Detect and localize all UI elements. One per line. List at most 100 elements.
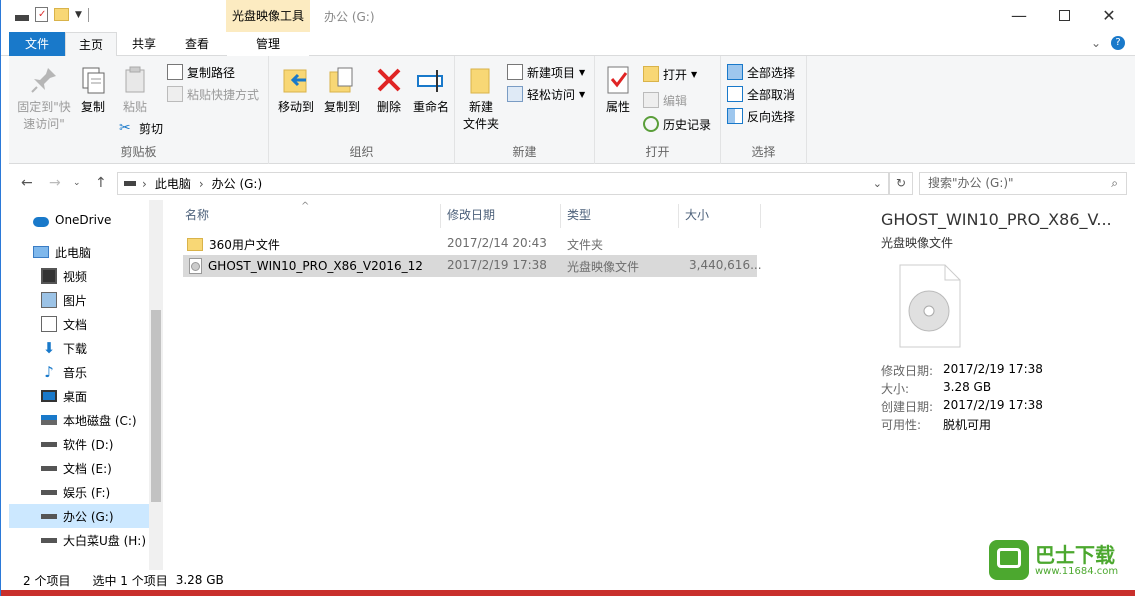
pin-quick-access-button[interactable]: 固定到"快速访问" bbox=[13, 64, 75, 133]
invert-selection-button[interactable]: 反向选择 bbox=[727, 106, 795, 126]
nav-item-drive-e[interactable]: 文档 (E:) bbox=[9, 456, 149, 480]
tab-home[interactable]: 主页 bbox=[65, 32, 117, 57]
easy-access-button[interactable]: 轻松访问 ▼ bbox=[507, 84, 585, 104]
nav-item-downloads[interactable]: ⬇ 下载 bbox=[9, 336, 149, 360]
tab-file[interactable]: 文件 bbox=[9, 32, 65, 56]
select-all-button[interactable]: 全部选择 bbox=[727, 62, 795, 82]
new-item-button[interactable]: 新建项目 ▼ bbox=[507, 62, 585, 82]
history-icon bbox=[643, 116, 659, 132]
tab-view[interactable]: 查看 bbox=[171, 32, 223, 56]
video-icon bbox=[41, 268, 57, 284]
new-folder-button[interactable]: 新建 文件夹 bbox=[461, 64, 501, 133]
nav-item-label: 桌面 bbox=[63, 389, 88, 404]
tab-share[interactable]: 共享 bbox=[119, 32, 169, 56]
edit-label: 编辑 bbox=[663, 93, 688, 108]
copy-to-icon bbox=[326, 64, 358, 96]
column-header-name[interactable]: 名称 ^ bbox=[179, 201, 441, 228]
delete-button[interactable]: 删除 bbox=[373, 64, 405, 116]
organize-group-label: 组织 bbox=[349, 145, 374, 159]
invert-selection-label: 反向选择 bbox=[747, 109, 796, 124]
window-title: 办公 (G:) bbox=[324, 10, 375, 24]
rename-button[interactable]: 重命名 bbox=[411, 64, 451, 116]
preview-title: GHOST_WIN10_PRO_X86_V... bbox=[881, 210, 1112, 229]
history-button[interactable]: 历史记录 bbox=[643, 114, 711, 134]
select-all-icon bbox=[727, 64, 743, 80]
nav-scrollbar-thumb[interactable] bbox=[151, 310, 161, 502]
copy-to-button[interactable]: 复制到 bbox=[321, 64, 363, 116]
minimize-button[interactable]: — bbox=[996, 0, 1042, 30]
select-none-button[interactable]: 全部取消 bbox=[727, 84, 795, 104]
breadcrumb-this-pc[interactable]: 此电脑 bbox=[155, 175, 191, 192]
breadcrumb-drive[interactable]: 办公 (G:) bbox=[212, 175, 263, 192]
select-all-label: 全部选择 bbox=[747, 65, 796, 80]
tab-manage[interactable]: 管理 bbox=[227, 32, 309, 56]
copy-path-label: 复制路径 bbox=[187, 65, 236, 80]
nav-item-label: 文档 (E:) bbox=[63, 461, 112, 476]
nav-item-videos[interactable]: 视频 bbox=[9, 264, 149, 288]
nav-item-drive-f[interactable]: 娱乐 (F:) bbox=[9, 480, 149, 504]
address-bar[interactable]: › 此电脑 › 办公 (G:) ⌄ bbox=[117, 172, 889, 195]
table-row[interactable]: 360用户文件 2017/2/14 20:43 文件夹 bbox=[183, 233, 757, 255]
edit-button[interactable]: 编辑 bbox=[643, 90, 687, 110]
brand-logo-icon bbox=[989, 540, 1029, 580]
delete-label: 删除 bbox=[376, 100, 401, 114]
new-folder-label: 新建 文件夹 bbox=[462, 100, 499, 131]
table-row[interactable]: GHOST_WIN10_PRO_X86_V2016_12 2017/2/19 1… bbox=[183, 255, 762, 277]
drive-icon bbox=[41, 465, 57, 471]
back-icon[interactable]: ← bbox=[21, 175, 33, 191]
drive-icon[interactable] bbox=[15, 14, 29, 21]
refresh-icon: ↻ bbox=[895, 176, 907, 190]
file-size: 3,440,616... bbox=[689, 258, 762, 272]
navigation-pane: OneDrive 此电脑 视频 图片 文档 ⬇ 下载 ♪ 音乐 桌面 本地磁盘 … bbox=[9, 200, 161, 570]
brand-name: 巴士下载 bbox=[1035, 542, 1115, 567]
nav-item-drive-h[interactable]: 大白菜U盘 (H:) bbox=[9, 528, 149, 552]
close-button[interactable]: ✕ bbox=[1086, 0, 1132, 30]
search-input[interactable]: 搜索"办公 (G:)" ⌕ bbox=[919, 172, 1127, 195]
paste-shortcut-button[interactable]: 粘贴快捷方式 bbox=[167, 84, 259, 104]
nav-item-drive-d[interactable]: 软件 (D:) bbox=[9, 432, 149, 456]
nav-item-drive-g[interactable]: 办公 (G:) bbox=[9, 504, 149, 528]
status-selected-size: 3.28 GB bbox=[175, 573, 224, 587]
properties-button[interactable]: 属性 bbox=[601, 64, 635, 116]
move-to-button[interactable]: 移动到 bbox=[275, 64, 317, 116]
breadcrumb-separator: › bbox=[142, 176, 147, 191]
column-header-date[interactable]: 修改日期 bbox=[441, 204, 561, 228]
chevron-down-icon[interactable]: ▼ bbox=[75, 10, 82, 20]
nav-item-documents[interactable]: 文档 bbox=[9, 312, 149, 336]
pin-label: 固定到"快速访问" bbox=[17, 100, 71, 131]
column-header-size[interactable]: 大小 bbox=[679, 204, 761, 228]
prop-key: 修改日期: bbox=[881, 364, 934, 378]
nav-item-label: 音乐 bbox=[63, 365, 88, 380]
collapse-ribbon-icon[interactable]: ⌄ bbox=[1091, 36, 1101, 50]
paste-button[interactable]: 粘贴 bbox=[115, 64, 155, 116]
recent-locations-icon[interactable]: ⌄ bbox=[73, 178, 81, 188]
new-folder-icon[interactable] bbox=[54, 8, 69, 21]
copy-path-button[interactable]: 复制路径 bbox=[167, 62, 235, 82]
open-button[interactable]: 打开 ▼ bbox=[643, 64, 697, 84]
site-watermark: 巴士下载 www.11684.com bbox=[989, 540, 1118, 580]
help-icon[interactable]: ? bbox=[1111, 36, 1125, 50]
search-placeholder: 搜索"办公 (G:)" bbox=[928, 176, 1014, 190]
chevron-down-icon[interactable]: ⌄ bbox=[873, 177, 882, 190]
nav-item-this-pc[interactable]: 此电脑 bbox=[9, 240, 149, 264]
cut-label: 剪切 bbox=[139, 121, 164, 136]
cut-button[interactable]: ✂ 剪切 bbox=[119, 118, 163, 138]
column-header-type[interactable]: 类型 bbox=[561, 204, 679, 228]
nav-item-pictures[interactable]: 图片 bbox=[9, 288, 149, 312]
copy-button[interactable]: 复制 bbox=[75, 64, 111, 116]
copy-icon bbox=[77, 64, 109, 96]
up-icon[interactable]: ↑ bbox=[95, 175, 107, 191]
nav-item-label: OneDrive bbox=[55, 213, 112, 227]
refresh-button[interactable]: ↻ bbox=[889, 172, 913, 195]
nav-item-music[interactable]: ♪ 音乐 bbox=[9, 360, 149, 384]
prop-value: 2017/2/19 17:38 bbox=[943, 398, 1043, 412]
column-type-label: 类型 bbox=[567, 208, 592, 222]
maximize-button[interactable] bbox=[1041, 0, 1087, 30]
group-clipboard: 固定到"快速访问" 复制 粘贴 复制路径 粘贴快捷方式 ✂ 剪切 剪贴板 bbox=[9, 56, 269, 164]
nav-item-drive-c[interactable]: 本地磁盘 (C:) bbox=[9, 408, 149, 432]
nav-item-onedrive[interactable]: OneDrive bbox=[9, 208, 149, 232]
file-date: 2017/2/14 20:43 bbox=[447, 236, 547, 250]
properties-icon[interactable]: ✓ bbox=[35, 7, 48, 22]
forward-icon[interactable]: → bbox=[49, 175, 61, 191]
nav-item-desktop[interactable]: 桌面 bbox=[9, 384, 149, 408]
